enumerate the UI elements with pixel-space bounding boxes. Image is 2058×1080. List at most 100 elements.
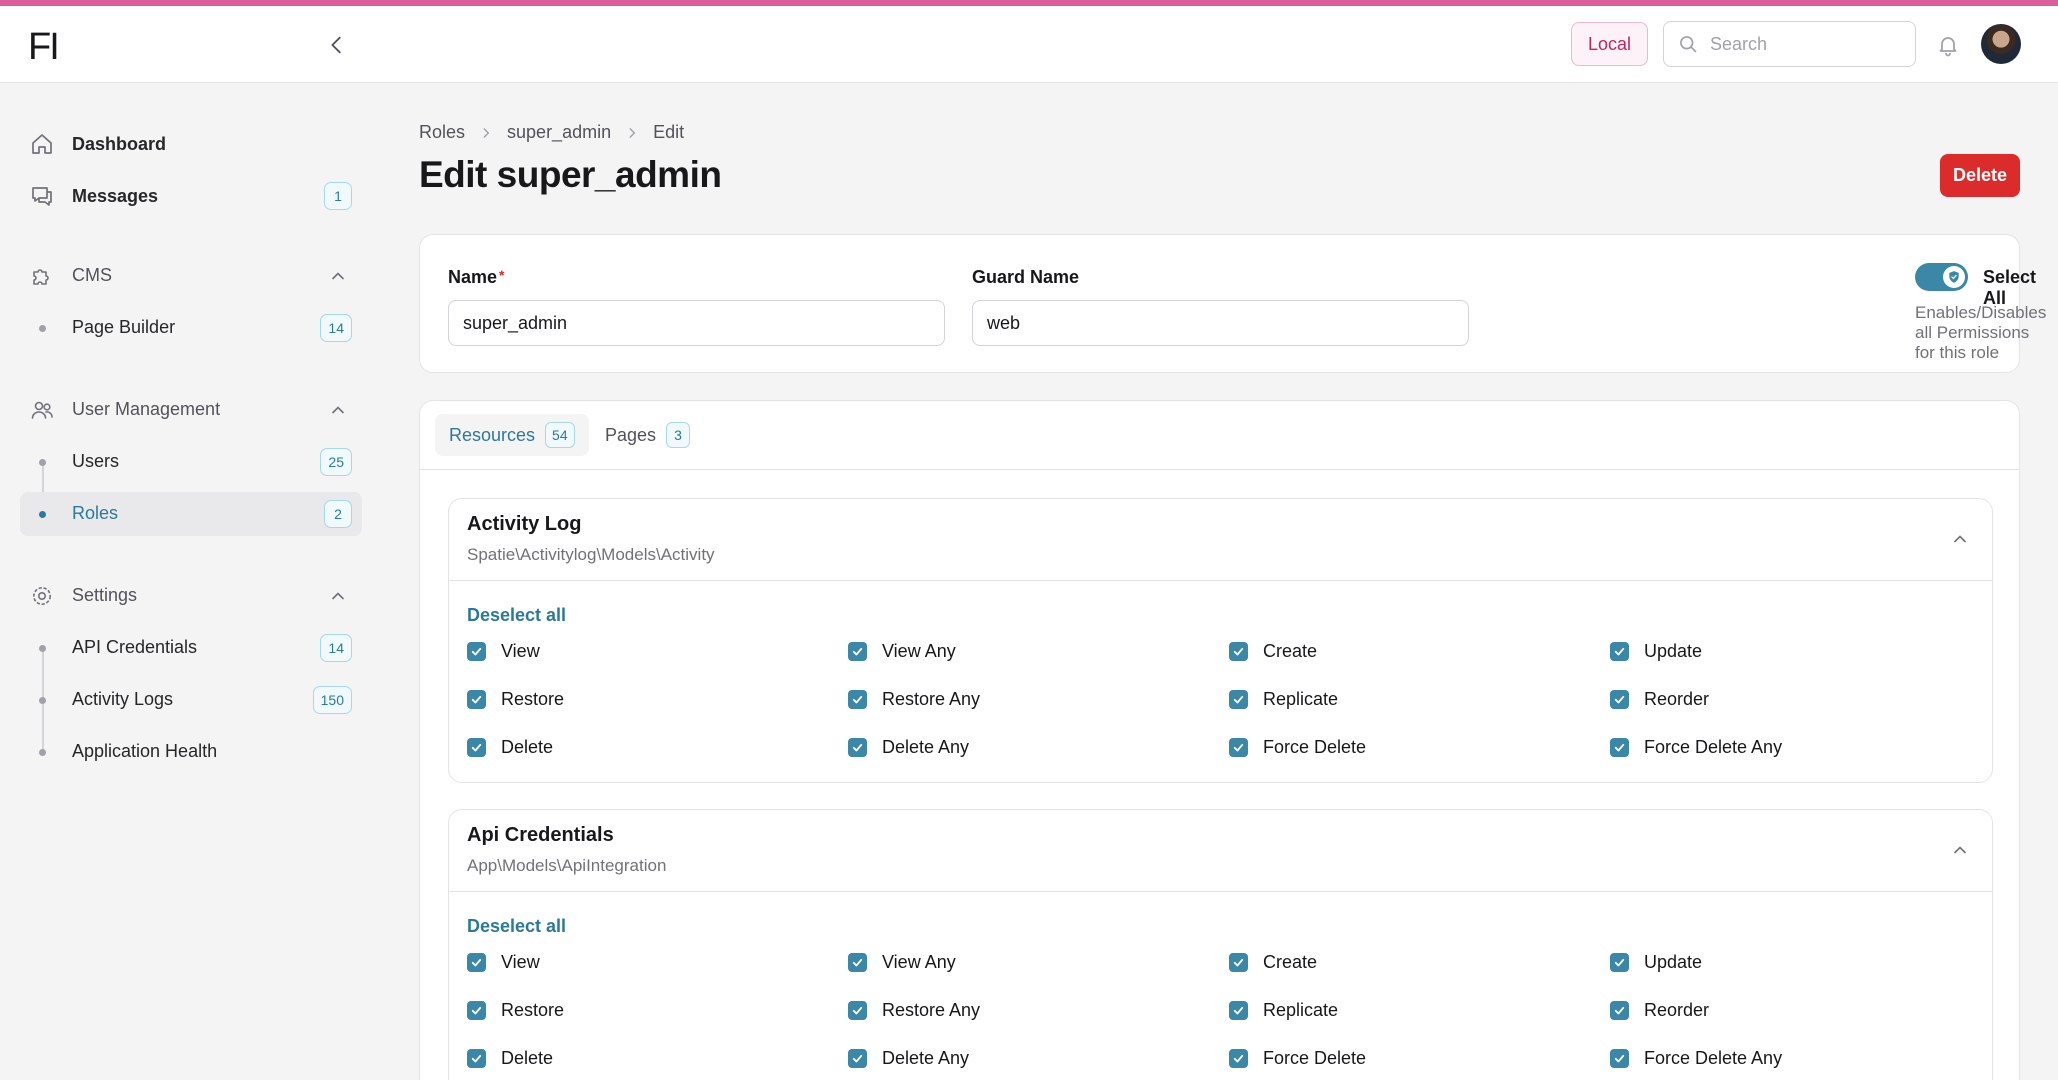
permission-checkbox[interactable]: Force Delete Any: [1610, 1048, 1782, 1069]
tab-resources[interactable]: Resources 54: [435, 414, 589, 456]
nav-dot: [39, 459, 46, 466]
chevron-left-icon: [331, 36, 341, 54]
sidebar-item-messages[interactable]: Messages 1: [20, 174, 362, 218]
deselect-all-link[interactable]: Deselect all: [467, 916, 566, 937]
global-search[interactable]: [1663, 21, 1916, 67]
checkbox-checked-icon: [848, 738, 867, 757]
checkbox-checked-icon: [848, 642, 867, 661]
sidebar-item-label: Activity Logs: [72, 689, 174, 709]
guard-name-label: Guard Name: [972, 267, 1080, 287]
permission-checkbox[interactable]: Reorder: [1610, 689, 1709, 710]
select-all-toggle[interactable]: [1915, 263, 1968, 291]
sidebar-item-dashboard[interactable]: Dashboard: [20, 122, 362, 166]
sidebar-item-label: API Credentials: [72, 637, 198, 657]
permission-checkbox[interactable]: Reorder: [1610, 1000, 1709, 1021]
sidebar-group-label: Settings: [72, 585, 138, 605]
breadcrumb-link-roles[interactable]: Roles: [419, 122, 465, 143]
permission-label: Replicate: [1263, 689, 1339, 709]
section-subtitle: Spatie\Activitylog\Models\Activity: [467, 545, 715, 564]
checkbox-checked-icon: [467, 642, 486, 661]
sidebar-group-user-management[interactable]: User Management: [20, 388, 362, 432]
permission-checkbox[interactable]: Delete: [467, 1048, 553, 1069]
breadcrumb: Roles super_admin Edit: [419, 122, 684, 143]
app-logo[interactable]: FI: [28, 26, 60, 69]
permission-checkbox[interactable]: Delete Any: [848, 737, 969, 758]
permission-checkbox[interactable]: Force Delete Any: [1610, 737, 1782, 758]
permission-checkbox[interactable]: Create: [1229, 952, 1317, 973]
permission-label: View: [501, 641, 540, 661]
sidebar-item-application-health[interactable]: Application Health: [20, 730, 362, 774]
permission-checkbox[interactable]: Replicate: [1229, 689, 1338, 710]
sidebar-item-activity-logs[interactable]: Activity Logs 150: [20, 678, 362, 722]
search-icon: [1680, 36, 1697, 53]
permission-checkbox[interactable]: Restore Any: [848, 1000, 980, 1021]
section-subtitle: App\Models\ApiIntegration: [467, 856, 667, 875]
permission-checkbox[interactable]: Create: [1229, 641, 1317, 662]
sidebar-item-page-builder[interactable]: Page Builder 14: [20, 306, 362, 350]
notifications-button[interactable]: [1933, 30, 1963, 60]
chevron-right-icon: [479, 126, 493, 140]
permission-checkbox[interactable]: Restore: [467, 689, 564, 710]
permission-checkbox[interactable]: Force Delete: [1229, 737, 1366, 758]
permission-label: Reorder: [1644, 1000, 1710, 1020]
section-header[interactable]: Api Credentials App\Models\ApiIntegratio…: [449, 810, 1992, 892]
guard-name-field[interactable]: [972, 300, 1469, 346]
tab-label: Resources: [449, 424, 536, 445]
sidebar-item-label: Messages: [72, 185, 159, 206]
messages-count-badge: 1: [324, 182, 352, 210]
permission-checkbox[interactable]: Delete Any: [848, 1048, 969, 1069]
collapse-sidebar-button[interactable]: [322, 30, 352, 60]
chevron-up-icon: [1954, 535, 1966, 543]
sidebar-item-api-credentials[interactable]: API Credentials 14: [20, 626, 362, 670]
sidebar-item-label: Page Builder: [72, 317, 176, 337]
permission-checkbox[interactable]: Restore: [467, 1000, 564, 1021]
tab-label: Pages: [605, 424, 657, 445]
permission-checkbox[interactable]: View: [467, 952, 540, 973]
permission-checkbox[interactable]: Replicate: [1229, 1000, 1338, 1021]
deselect-all-link[interactable]: Deselect all: [467, 605, 566, 626]
section-header[interactable]: Activity Log Spatie\Activitylog\Models\A…: [449, 499, 1992, 581]
role-form-card: Name* Guard Name Select All Enables/Disa…: [419, 234, 2046, 373]
checkbox-checked-icon: [467, 953, 486, 972]
permission-checkbox[interactable]: Force Delete: [1229, 1048, 1366, 1069]
permission-checkbox[interactable]: Update: [1610, 952, 1702, 973]
sidebar-group-cms[interactable]: CMS: [20, 254, 362, 298]
sidebar-item-users[interactable]: Users 25: [20, 440, 362, 484]
checkbox-checked-icon: [1610, 1049, 1629, 1068]
permission-checkbox[interactable]: View: [467, 641, 540, 662]
tab-pages[interactable]: Pages 3: [591, 414, 704, 456]
checkbox-checked-icon: [467, 1049, 486, 1068]
sidebar-group-label: CMS: [72, 265, 112, 285]
breadcrumb-current: Edit: [653, 122, 685, 142]
checkbox-checked-icon: [1610, 953, 1629, 972]
permissions-card: Resources 54 Pages 3 Activity Log Spatie…: [419, 400, 2020, 1080]
checkbox-checked-icon: [848, 953, 867, 972]
user-avatar[interactable]: [1981, 24, 2021, 64]
users-icon: [31, 401, 53, 419]
permission-label: View Any: [882, 952, 956, 972]
permission-checkbox[interactable]: Restore Any: [848, 689, 980, 710]
permission-label: Restore Any: [882, 1000, 981, 1020]
checkbox-checked-icon: [1610, 1001, 1629, 1020]
breadcrumb-link-super-admin[interactable]: super_admin: [507, 122, 611, 143]
permission-checkbox[interactable]: Delete: [467, 737, 553, 758]
delete-button[interactable]: Delete: [1940, 154, 2020, 197]
permission-label: Restore: [501, 689, 565, 709]
count-badge: 150: [312, 686, 352, 714]
sidebar-group-settings[interactable]: Settings: [20, 574, 362, 618]
chevron-right-icon: [625, 126, 639, 140]
permission-checkbox[interactable]: Update: [1610, 641, 1702, 662]
resource-section-api-credentials: Api Credentials App\Models\ApiIntegratio…: [448, 809, 1993, 1080]
permission-label: Delete: [501, 737, 554, 757]
required-marker: *: [499, 267, 505, 283]
name-field-label: Name *: [448, 267, 504, 288]
permission-label: Create: [1263, 952, 1318, 972]
search-input[interactable]: [1710, 33, 1900, 55]
permission-checkbox[interactable]: View Any: [848, 641, 956, 662]
checkbox-checked-icon: [1610, 642, 1629, 661]
select-all-help: Enables/Disables all Permissions for thi…: [1915, 303, 2047, 362]
name-field[interactable]: [448, 300, 945, 346]
chat-icon: [32, 187, 52, 206]
sidebar-item-roles[interactable]: Roles 2: [20, 492, 362, 536]
permission-checkbox[interactable]: View Any: [848, 952, 956, 973]
